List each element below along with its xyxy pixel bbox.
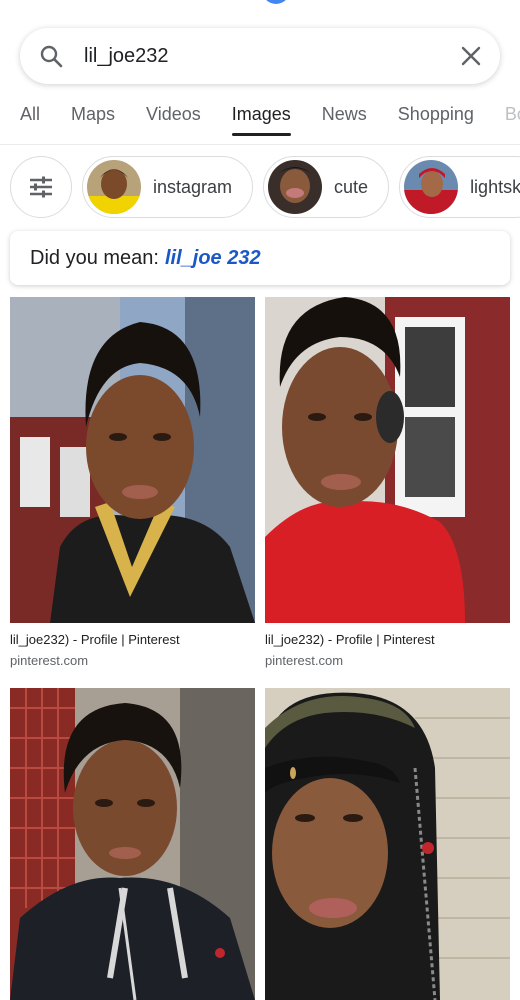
result-source[interactable]: pinterest.com: [265, 653, 510, 668]
search-icon: [38, 43, 64, 69]
tab-shopping[interactable]: Shopping: [398, 100, 474, 136]
search-input[interactable]: lil_joe232: [84, 45, 458, 68]
tab-videos[interactable]: Videos: [146, 100, 201, 136]
result-caption[interactable]: lil_joe232) - Profile | Pinterest: [10, 632, 255, 647]
result-image[interactable]: [10, 688, 255, 1000]
refinement-chips: instagram cute lightski: [10, 156, 520, 218]
did-you-mean-suggestion[interactable]: lil_joe 232: [165, 247, 261, 270]
chip-label: lightski: [470, 176, 520, 197]
tabs-divider: [0, 144, 520, 145]
chip-lightski[interactable]: lightski: [399, 156, 520, 218]
tab-images[interactable]: Images: [231, 100, 291, 136]
chip-instagram[interactable]: instagram: [82, 156, 254, 218]
tab-all[interactable]: All: [20, 100, 40, 136]
chip-label: instagram: [153, 176, 233, 197]
chip-thumbnail: [268, 160, 323, 214]
search-tabs: All Maps Videos Images News Shopping Bo: [0, 100, 520, 136]
sliders-icon: [30, 176, 52, 198]
tab-books[interactable]: Bo: [505, 100, 520, 136]
chip-thumbnail: [87, 160, 141, 214]
tab-news[interactable]: News: [322, 100, 367, 136]
image-result[interactable]: lil_joe232) - Profile | Pinterest pinter…: [10, 297, 255, 668]
close-icon[interactable]: [458, 43, 484, 69]
image-result[interactable]: [265, 688, 510, 1000]
image-result[interactable]: lil_joe232) - Profile | Pinterest pinter…: [265, 297, 510, 668]
chip-label: cute: [334, 176, 369, 197]
result-source[interactable]: pinterest.com: [10, 653, 255, 668]
chip-thumbnail: [404, 160, 459, 214]
result-image[interactable]: [265, 688, 510, 1000]
did-you-mean-banner[interactable]: Did you mean: lil_joe 232: [10, 231, 510, 285]
tab-maps[interactable]: Maps: [71, 100, 115, 136]
image-result[interactable]: [10, 688, 255, 1000]
result-caption[interactable]: lil_joe232) - Profile | Pinterest: [265, 632, 510, 647]
search-bar[interactable]: lil_joe232: [20, 28, 500, 84]
result-image[interactable]: [265, 297, 510, 623]
filter-button[interactable]: [10, 156, 72, 218]
google-logo-fragment: [0, 0, 520, 6]
result-image[interactable]: [10, 297, 255, 623]
did-you-mean-prefix: Did you mean:: [30, 246, 159, 269]
chip-cute[interactable]: cute: [263, 156, 390, 218]
